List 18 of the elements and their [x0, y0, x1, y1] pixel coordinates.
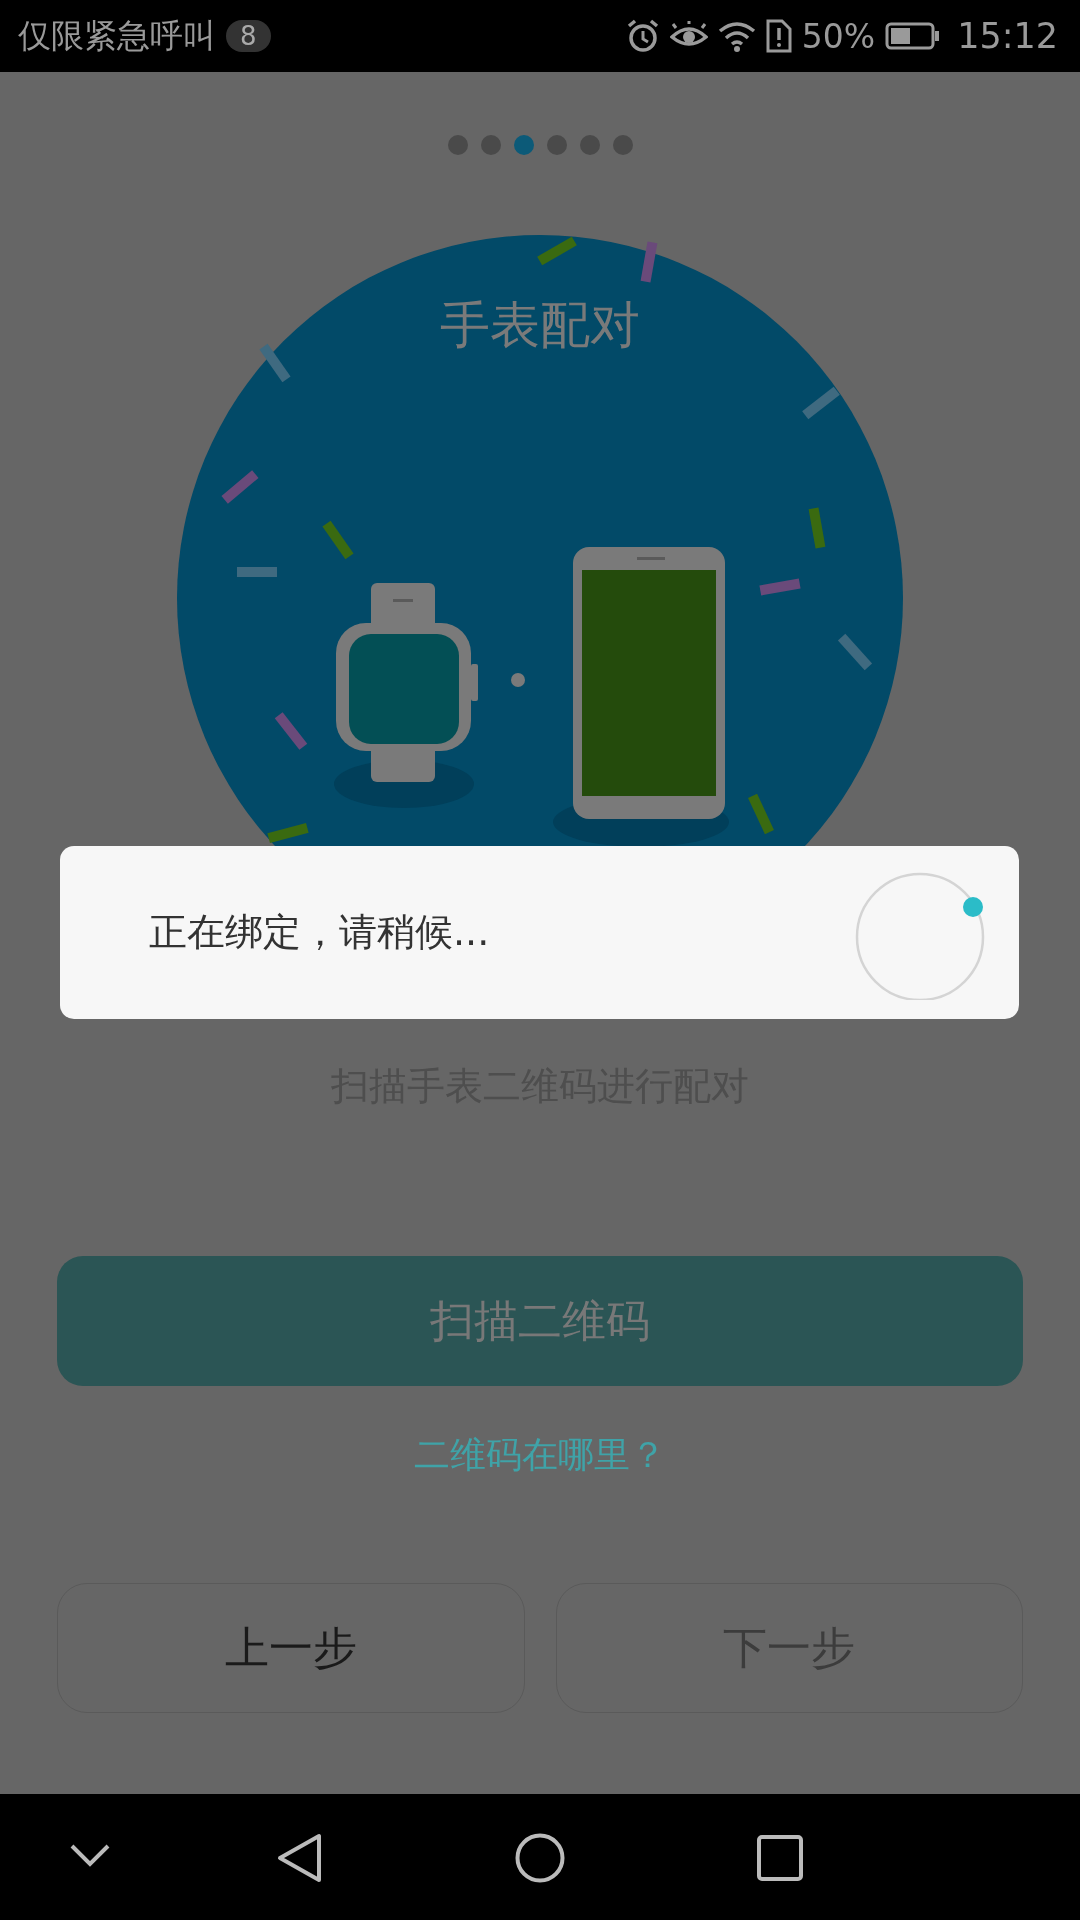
notification-badge: 8 [226, 20, 271, 52]
clock-time: 15:12 [957, 16, 1058, 56]
recents-icon[interactable] [756, 1834, 804, 1882]
loading-message: 正在绑定，请稍候... [149, 909, 491, 956]
phone-icon [553, 547, 729, 847]
home-icon[interactable] [514, 1832, 566, 1884]
hero-title: 手表配对 [440, 295, 640, 355]
previous-button[interactable]: 上一步 [57, 1583, 525, 1713]
battery-icon [885, 22, 942, 50]
alarm-icon [625, 19, 660, 53]
scan-qr-button[interactable]: 扫描二维码 [57, 1256, 1023, 1386]
carrier-text: 仅限紧急呼叫 [18, 14, 216, 57]
watch-icon [334, 583, 478, 808]
wifi-icon [717, 20, 756, 52]
sim-alert-icon [765, 19, 792, 53]
help-link[interactable]: 二维码在哪里？ [414, 1430, 666, 1480]
connection-dot [511, 673, 525, 687]
battery-percent: 50% [801, 16, 876, 56]
